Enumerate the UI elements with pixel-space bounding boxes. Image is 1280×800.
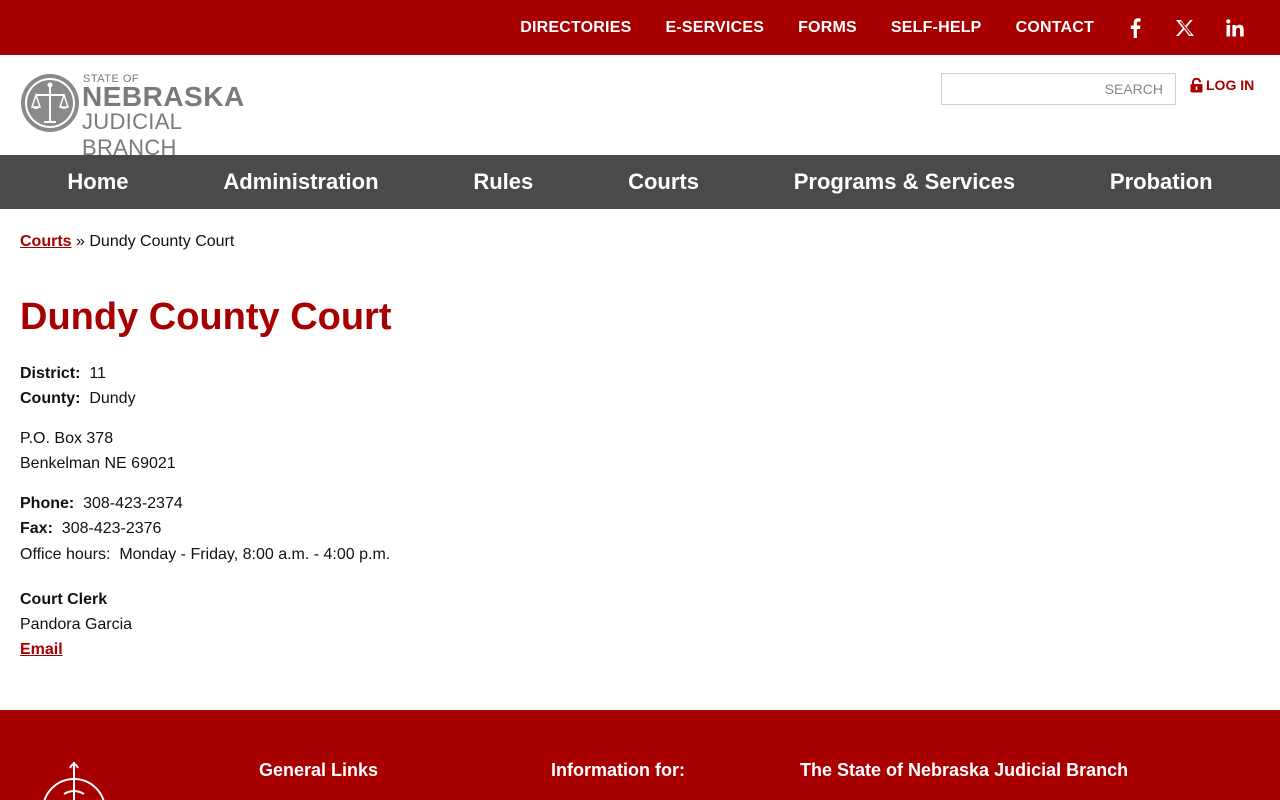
utility-links: DIRECTORIES E-SERVICES FORMS SELF-HELP C… bbox=[520, 0, 1280, 55]
nav-programs-services[interactable]: Programs & Services bbox=[794, 169, 1015, 195]
breadcrumb-separator: » bbox=[71, 233, 90, 250]
district-label: District: bbox=[20, 365, 81, 382]
court-info: District: 11 County: Dundy P.O. Box 378 … bbox=[20, 361, 390, 662]
footer-state-heading: The State of Nebraska Judicial Branch bbox=[800, 760, 1129, 780]
phone-value: 308-423-2374 bbox=[83, 495, 183, 512]
facebook-icon[interactable] bbox=[1124, 17, 1146, 39]
contact-link[interactable]: CONTACT bbox=[1016, 19, 1094, 37]
district-row: District: 11 bbox=[20, 361, 390, 386]
nav-rules[interactable]: Rules bbox=[473, 169, 533, 195]
phone-row: Phone: 308-423-2374 bbox=[20, 491, 390, 516]
address-line-1: P.O. Box 378 bbox=[20, 430, 114, 447]
breadcrumb-current: Dundy County Court bbox=[89, 233, 235, 250]
search-input[interactable] bbox=[941, 73, 1176, 105]
footer-seal-icon bbox=[43, 762, 105, 800]
linkedin-icon[interactable] bbox=[1224, 17, 1246, 39]
x-icon[interactable] bbox=[1174, 17, 1196, 39]
fax-label: Fax: bbox=[20, 520, 53, 537]
page-title: Dundy County Court bbox=[20, 296, 392, 338]
fax-value: 308-423-2376 bbox=[61, 520, 162, 537]
nav-administration[interactable]: Administration bbox=[223, 169, 378, 195]
hours-label: Office hours: bbox=[20, 546, 111, 563]
seal-icon bbox=[21, 74, 79, 132]
nav-courts[interactable]: Courts bbox=[628, 169, 699, 195]
site-logo[interactable]: STATE OF NEBRASKA JUDICIAL BRANCH bbox=[20, 73, 280, 160]
breadcrumb: Courts » Dundy County Court bbox=[20, 233, 234, 251]
main-nav: Home Administration Rules Courts Program… bbox=[0, 155, 1280, 209]
footer-general-links-heading: General Links bbox=[259, 760, 379, 780]
county-value: Dundy bbox=[89, 390, 136, 407]
district-value: 11 bbox=[89, 365, 106, 382]
self-help-link[interactable]: SELF-HELP bbox=[891, 19, 982, 37]
breadcrumb-courts-link[interactable]: Courts bbox=[20, 233, 72, 250]
login-label: LOG IN bbox=[1206, 77, 1255, 93]
clerk-email-link[interactable]: Email bbox=[20, 641, 63, 658]
county-label: County: bbox=[20, 390, 81, 407]
site-header: STATE OF NEBRASKA JUDICIAL BRANCH LOG IN bbox=[0, 55, 1280, 160]
site-footer: General Links Information for: The State… bbox=[0, 710, 1280, 800]
county-row: County: Dundy bbox=[20, 386, 390, 411]
fax-row: Fax: 308-423-2376 bbox=[20, 516, 390, 541]
nav-home[interactable]: Home bbox=[67, 169, 128, 195]
logo-line-judicial-branch: JUDICIAL BRANCH bbox=[82, 109, 182, 160]
nav-probation[interactable]: Probation bbox=[1110, 169, 1213, 195]
hours-row: Office hours: Monday - Friday, 8:00 a.m.… bbox=[20, 542, 390, 567]
e-services-link[interactable]: E-SERVICES bbox=[665, 19, 764, 37]
hours-value: Monday - Friday, 8:00 a.m. - 4:00 p.m. bbox=[119, 546, 391, 563]
top-utility-bar: DIRECTORIES E-SERVICES FORMS SELF-HELP C… bbox=[0, 0, 1280, 55]
address-line-2: Benkelman NE 69021 bbox=[20, 455, 176, 472]
forms-link[interactable]: FORMS bbox=[798, 19, 857, 37]
lock-icon bbox=[1190, 77, 1203, 92]
directories-link[interactable]: DIRECTORIES bbox=[520, 19, 631, 37]
footer-information-heading: Information for: bbox=[551, 760, 685, 780]
clerk-label: Court Clerk bbox=[20, 591, 108, 608]
phone-label: Phone: bbox=[20, 495, 75, 512]
login-button[interactable]: LOG IN bbox=[1190, 77, 1254, 93]
clerk-name: Pandora Garcia bbox=[20, 616, 133, 633]
